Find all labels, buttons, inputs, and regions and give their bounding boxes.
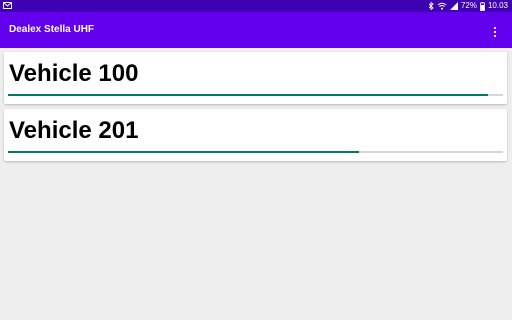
- vehicle-card[interactable]: Vehicle 201: [4, 109, 507, 161]
- bluetooth-icon: [428, 2, 434, 10]
- signal-icon: [449, 2, 458, 10]
- progress-bar: [8, 151, 503, 153]
- gmail-icon: [3, 2, 12, 9]
- progress-bar: [8, 94, 503, 96]
- vehicle-name: Vehicle 100: [9, 60, 139, 87]
- app-bar: Dealex Stella UHF: [0, 12, 512, 48]
- overflow-menu-icon: [493, 26, 497, 38]
- app-title: Dealex Stella UHF: [9, 24, 95, 35]
- progress-fill: [8, 94, 489, 96]
- status-time: 10.03: [487, 1, 508, 10]
- overflow-menu-button[interactable]: [492, 25, 498, 38]
- wifi-icon: [437, 2, 447, 10]
- vehicle-name: Vehicle 201: [9, 117, 139, 144]
- vehicle-card[interactable]: Vehicle 100: [4, 52, 507, 104]
- progress-fill: [8, 151, 360, 153]
- status-icons: 72% 10.03: [428, 0, 508, 12]
- battery-icon: [480, 1, 485, 11]
- battery-percent: 72%: [460, 1, 477, 10]
- status-bar: 72% 10.03: [0, 0, 512, 12]
